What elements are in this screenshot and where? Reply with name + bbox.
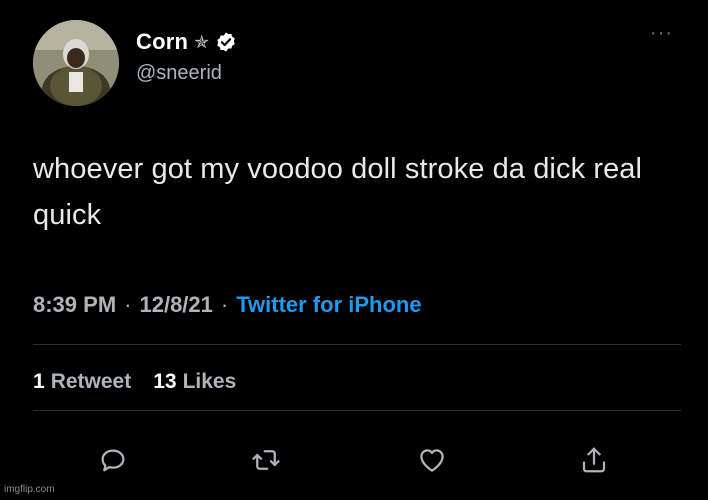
heart-icon bbox=[420, 449, 444, 472]
tweet-meta: 8:39 PM · 12/8/21 · Twitter for iPhone bbox=[33, 292, 422, 318]
avatar-image bbox=[33, 20, 119, 106]
tweet-source-link[interactable]: Twitter for iPhone bbox=[236, 292, 421, 318]
reply-button[interactable] bbox=[93, 440, 133, 480]
meta-separator: · bbox=[220, 292, 229, 317]
retweet-label[interactable]: Retweet bbox=[51, 370, 132, 394]
retweet-count[interactable]: 1 bbox=[33, 370, 45, 394]
tweet-stats: 1 Retweet 13 Likes bbox=[33, 370, 236, 394]
like-count[interactable]: 13 bbox=[153, 370, 176, 394]
share-icon bbox=[582, 447, 606, 473]
like-label[interactable]: Likes bbox=[183, 370, 237, 394]
reply-icon bbox=[101, 449, 125, 472]
verified-badge-icon bbox=[217, 32, 235, 52]
tweet-time[interactable]: 8:39 PM bbox=[33, 292, 116, 318]
retweet-button[interactable] bbox=[246, 440, 286, 480]
tweet-text: whoever got my voodoo doll stroke da dic… bbox=[33, 153, 643, 231]
name-row: Corn ✯ bbox=[136, 28, 237, 56]
avatar[interactable] bbox=[33, 20, 119, 106]
retweet-icon bbox=[252, 450, 280, 470]
meta-separator: · bbox=[124, 292, 132, 317]
divider bbox=[33, 410, 681, 411]
tweet-actions bbox=[0, 440, 708, 480]
like-button[interactable] bbox=[412, 440, 452, 480]
display-name[interactable]: Corn bbox=[136, 29, 188, 55]
tweet-date[interactable]: 12/8/21 bbox=[139, 292, 212, 318]
more-options-icon[interactable]: ··· bbox=[650, 23, 673, 43]
share-button[interactable] bbox=[574, 440, 614, 480]
watermark: imgflip.com bbox=[4, 484, 55, 495]
star-emoji-icon: ✯ bbox=[194, 31, 210, 52]
divider bbox=[33, 344, 681, 345]
tweet-card: Corn ✯ @sneerid ··· whoever got my voodo… bbox=[0, 0, 708, 500]
user-handle[interactable]: @sneerid bbox=[136, 62, 222, 85]
